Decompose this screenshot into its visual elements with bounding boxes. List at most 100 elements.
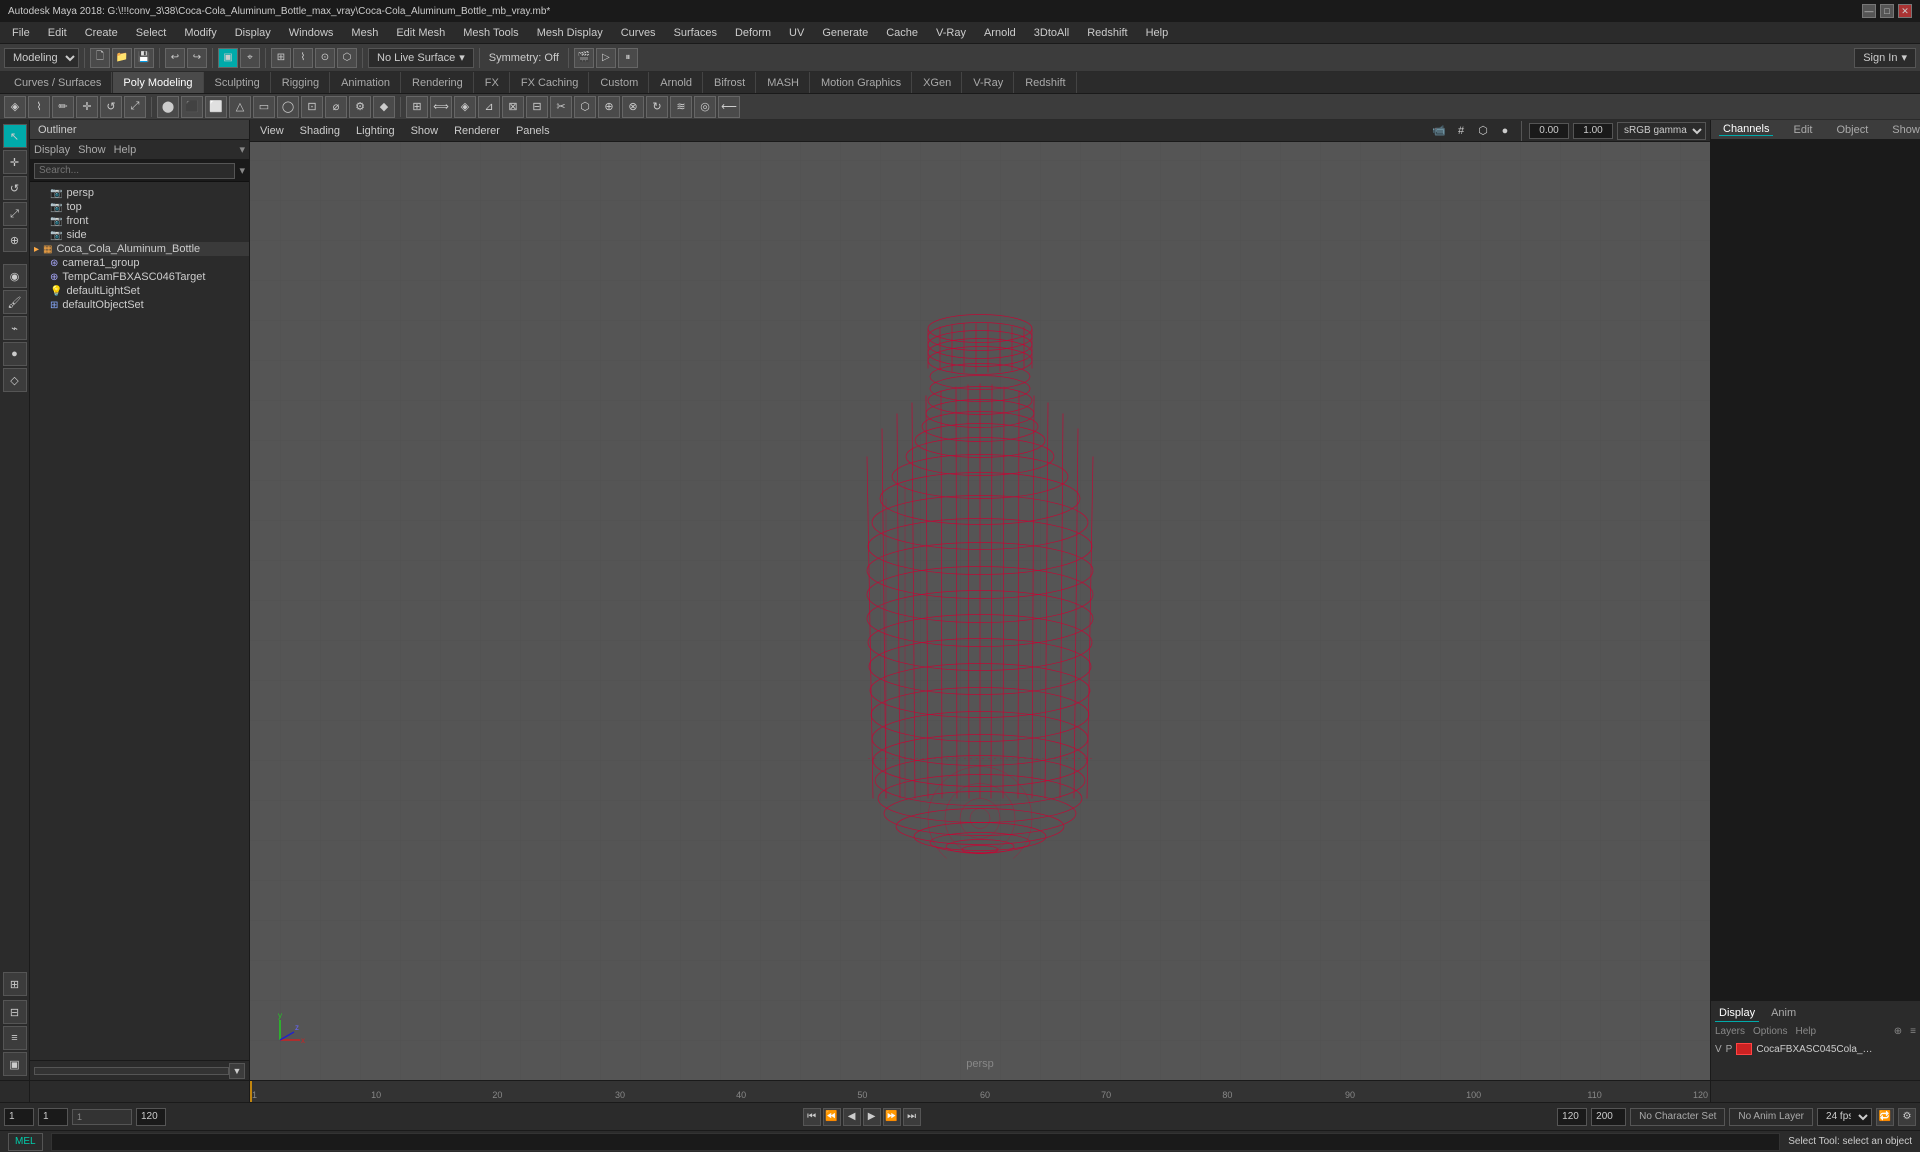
menu-item-edit-mesh[interactable]: Edit Mesh: [388, 25, 453, 41]
slide-edge-tool[interactable]: ⟵: [718, 96, 740, 118]
menu-item-mesh-display[interactable]: Mesh Display: [529, 25, 611, 41]
menu-item-v-ray[interactable]: V-Ray: [928, 25, 974, 41]
outliner-filter-btn[interactable]: ▾: [239, 164, 245, 177]
maximize-button[interactable]: □: [1880, 4, 1894, 18]
no-anim-layer-btn[interactable]: No Anim Layer: [1729, 1108, 1813, 1126]
command-input[interactable]: [51, 1133, 1781, 1151]
grid-toggle-btn[interactable]: #: [1452, 122, 1470, 140]
show-manip[interactable]: ◇: [3, 368, 27, 392]
edit-tab[interactable]: Edit: [1789, 124, 1816, 136]
menu-item-modify[interactable]: Modify: [176, 25, 224, 41]
tab-rigging[interactable]: Rigging: [272, 72, 330, 93]
tree-item-lightset[interactable]: 💡 defaultLightSet: [30, 284, 249, 298]
redo-btn[interactable]: ↪: [187, 48, 207, 68]
append-tool[interactable]: ⊕: [598, 96, 620, 118]
soft-select[interactable]: ◉: [3, 264, 27, 288]
range-max-input[interactable]: [1591, 1108, 1626, 1126]
save-btn[interactable]: 💾: [134, 48, 154, 68]
layer-options-btn[interactable]: ≡: [1910, 1026, 1916, 1037]
menu-item-file[interactable]: File: [4, 25, 38, 41]
tree-item-tempcam[interactable]: ⊕ TempCamFBXASC046Target: [30, 270, 249, 284]
go-to-end-btn[interactable]: ⏭: [903, 1108, 921, 1126]
extrude-tool[interactable]: ⊞: [406, 96, 428, 118]
viewport-canvas[interactable]: .wire { stroke: #cc0033; stroke-width: 0…: [250, 142, 1710, 1080]
outliner-help-menu[interactable]: Help: [114, 144, 137, 156]
outliner-scrollbar[interactable]: [34, 1067, 229, 1075]
play-back-btn[interactable]: ◀: [843, 1108, 861, 1126]
sphere-tool[interactable]: ⬤: [157, 96, 179, 118]
merge-tool[interactable]: ◈: [454, 96, 476, 118]
helix-tool[interactable]: ⌀: [325, 96, 347, 118]
render-btn[interactable]: 🎬: [574, 48, 594, 68]
play-forward-btn[interactable]: ▶: [863, 1108, 881, 1126]
tree-item-front[interactable]: 📷 front: [30, 214, 249, 228]
tab-curves-/-surfaces[interactable]: Curves / Surfaces: [4, 72, 112, 93]
menu-item-edit[interactable]: Edit: [40, 25, 75, 41]
tab-motion-graphics[interactable]: Motion Graphics: [811, 72, 912, 93]
frame-range-bar[interactable]: 1: [72, 1109, 132, 1125]
fps-dropdown[interactable]: 24 fps: [1817, 1108, 1872, 1126]
delete-edge-tool[interactable]: ⊗: [622, 96, 644, 118]
menu-item-create[interactable]: Create: [77, 25, 126, 41]
tree-item-bottle[interactable]: ▸ ▦ Coca_Cola_Aluminum_Bottle: [30, 242, 249, 256]
menu-item-display[interactable]: Display: [227, 25, 279, 41]
close-button[interactable]: ✕: [1898, 4, 1912, 18]
minimize-button[interactable]: —: [1862, 4, 1876, 18]
frame-end-input[interactable]: [136, 1108, 166, 1126]
layer-color-swatch[interactable]: [1736, 1043, 1752, 1055]
wireframe-btn[interactable]: ⬡: [1474, 122, 1492, 140]
new-scene-btn[interactable]: 🗋: [90, 48, 110, 68]
tab-animation[interactable]: Animation: [331, 72, 401, 93]
anim-tab[interactable]: Anim: [1767, 1005, 1800, 1022]
playback-options-btn[interactable]: ⚙: [1898, 1108, 1916, 1126]
tab-redshift[interactable]: Redshift: [1015, 72, 1076, 93]
tab-mash[interactable]: MASH: [757, 72, 810, 93]
help-label[interactable]: Help: [1795, 1026, 1816, 1037]
tree-item-top[interactable]: 📷 top: [30, 200, 249, 214]
rotate-tool-left[interactable]: ↺: [3, 176, 27, 200]
no-character-set-btn[interactable]: No Character Set: [1630, 1108, 1725, 1126]
layer-playback-btn[interactable]: P: [1726, 1044, 1733, 1055]
tab-fx-caching[interactable]: FX Caching: [511, 72, 589, 93]
paint-ops[interactable]: 🖌: [3, 290, 27, 314]
snap-grid-btn[interactable]: ⊞: [271, 48, 291, 68]
undo-btn[interactable]: ↩: [165, 48, 185, 68]
tree-item-objectset[interactable]: ⊞ defaultObjectSet: [30, 298, 249, 312]
menu-item-select[interactable]: Select: [128, 25, 175, 41]
outliner-show-menu[interactable]: Show: [78, 144, 106, 156]
menu-item-surfaces[interactable]: Surfaces: [666, 25, 725, 41]
layout-presets[interactable]: ⊞: [3, 972, 27, 996]
snap-point-btn[interactable]: ⊙: [315, 48, 335, 68]
cube-tool[interactable]: ⬛: [181, 96, 203, 118]
menu-item-windows[interactable]: Windows: [281, 25, 342, 41]
layer-visibility-btn[interactable]: V: [1715, 1044, 1722, 1055]
display-tab[interactable]: Display: [1715, 1005, 1759, 1022]
select-tool-left[interactable]: ↖: [3, 124, 27, 148]
snap-curve-btn[interactable]: ⌇: [293, 48, 313, 68]
select-tool[interactable]: ◈: [4, 96, 26, 118]
frame-start-input[interactable]: [4, 1108, 34, 1126]
cone-tool[interactable]: △: [229, 96, 251, 118]
menu-item-uv[interactable]: UV: [781, 25, 812, 41]
scroll-down-btn[interactable]: ▼: [229, 1063, 245, 1079]
sign-in-btn[interactable]: Sign In ▾: [1854, 48, 1916, 68]
smooth-shade-btn[interactable]: ●: [1496, 122, 1514, 140]
show-menu[interactable]: Show: [405, 123, 445, 139]
ipr-btn[interactable]: ▷: [596, 48, 616, 68]
outliner-collapse-btn[interactable]: ▾: [239, 143, 245, 156]
layers-label[interactable]: Layers: [1715, 1026, 1745, 1037]
menu-item-cache[interactable]: Cache: [878, 25, 926, 41]
move-tool[interactable]: ✛: [76, 96, 98, 118]
menu-item-3dtoall[interactable]: 3DtoAll: [1026, 25, 1077, 41]
plane-tool[interactable]: ▭: [253, 96, 275, 118]
gamma-mode-dropdown[interactable]: sRGB gamma: [1617, 122, 1706, 140]
move-tool-left[interactable]: ✛: [3, 150, 27, 174]
target-weld-tool[interactable]: ◎: [694, 96, 716, 118]
pipe-tool[interactable]: ⊡: [301, 96, 323, 118]
tree-item-side[interactable]: 📷 side: [30, 228, 249, 242]
rotate-tool[interactable]: ↺: [100, 96, 122, 118]
channels-tab[interactable]: Channels: [1719, 123, 1773, 136]
shading-menu[interactable]: Shading: [294, 123, 346, 139]
timeline-scroll[interactable]: 1 10 20 30 40 50 60 70 80 90 100 110 120: [250, 1081, 1710, 1102]
menu-item-curves[interactable]: Curves: [613, 25, 664, 41]
